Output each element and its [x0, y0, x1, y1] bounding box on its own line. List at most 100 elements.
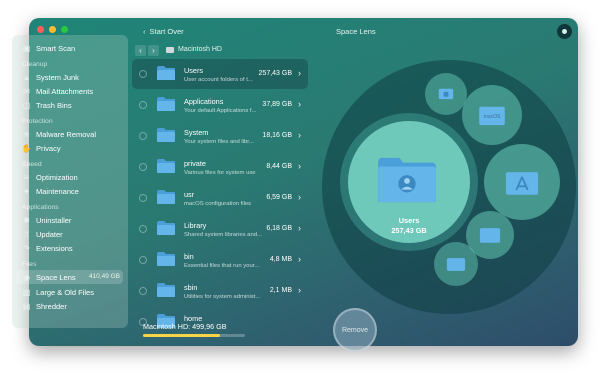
- hard-drive-icon: [166, 46, 174, 53]
- start-over-button[interactable]: ‹ Start Over: [143, 27, 184, 36]
- zoom-button[interactable]: [61, 26, 68, 33]
- remove-button[interactable]: Remove: [333, 308, 377, 352]
- chevron-right-icon[interactable]: ›: [298, 254, 301, 264]
- list-item[interactable]: private Various files for system use 8,44 …: [132, 152, 308, 182]
- folder-description: User account folders of t...: [184, 77, 253, 83]
- disk-usage-fill: [143, 334, 220, 337]
- select-checkbox[interactable]: [139, 132, 147, 140]
- sliders-icon: ≡: [24, 172, 29, 182]
- extensions-icon: ↷: [23, 243, 30, 253]
- folder-icon: [156, 127, 176, 143]
- nav-back-button[interactable]: ‹: [135, 45, 146, 56]
- chevron-right-icon: ›: [152, 46, 155, 55]
- list-item[interactable]: Library Shared system libraries and... 6,1…: [132, 214, 308, 244]
- folder-name: System: [184, 128, 209, 137]
- sidebar-item-maintenance[interactable]: ✦ Maintenance: [22, 185, 79, 197]
- list-item[interactable]: Applications Your default Applications f.…: [132, 90, 308, 120]
- folder-icon: [156, 189, 176, 205]
- bubble-center-size: 257,43 GB: [391, 226, 427, 235]
- chevron-right-icon[interactable]: ›: [298, 68, 301, 78]
- hand-icon: ✋: [21, 143, 32, 153]
- sidebar-item-malware-removal[interactable]: ☣ Malware Removal: [22, 128, 96, 140]
- select-checkbox[interactable]: [139, 225, 147, 233]
- disk-usage-bar: [143, 334, 245, 337]
- folder-icon: ▧: [22, 287, 31, 297]
- chevron-right-icon[interactable]: ›: [298, 99, 301, 109]
- bubble-applications[interactable]: [484, 144, 560, 220]
- library-folder-icon: [438, 88, 454, 100]
- folder-description: Your system files and libr...: [184, 139, 254, 145]
- shredder-icon: ▤: [22, 301, 31, 311]
- private-folder-icon: [479, 228, 501, 243]
- list-item[interactable]: sbin Utilities for system administ... 2,1 …: [132, 276, 308, 306]
- list-item[interactable]: bin Essential files that run your... 4,8 M…: [132, 245, 308, 275]
- chevron-right-icon[interactable]: ›: [298, 192, 301, 202]
- folder-icon: [156, 220, 176, 236]
- assistant-dot-icon: [562, 29, 567, 34]
- broom-icon: ▴: [24, 72, 29, 82]
- updater-icon: ⇧: [23, 229, 30, 239]
- folder-description: Shared system libraries and...: [184, 232, 262, 238]
- sidebar-item-smart-scan[interactable]: ▣ Smart Scan: [22, 42, 75, 54]
- wrench-icon: ✦: [23, 186, 30, 196]
- folder-size: 37,89 GB: [262, 101, 292, 108]
- sidebar-section-cleanup: Cleanup: [22, 61, 48, 68]
- sidebar-item-system-junk[interactable]: ▴ System Junk: [22, 71, 78, 83]
- sidebar-item-extensions[interactable]: ↷ Extensions: [22, 242, 73, 254]
- breadcrumb[interactable]: Macintosh HD: [166, 46, 222, 53]
- sidebar-section-protection: Protection: [22, 118, 53, 125]
- chevron-right-icon[interactable]: ›: [298, 223, 301, 233]
- sidebar-item-shredder[interactable]: ▤ Shredder: [22, 300, 67, 312]
- list-item[interactable]: Users User account folders of t... 257,43 …: [132, 59, 308, 89]
- sidebar-section-speed: Speed: [22, 161, 42, 168]
- folder-name: sbin: [184, 283, 198, 292]
- folder-size: 6,18 GB: [266, 225, 292, 232]
- folder-description: Your default Applications f...: [184, 108, 257, 114]
- folder-name: private: [184, 159, 206, 168]
- uninstaller-icon: ✱: [23, 215, 30, 225]
- folder-icon: [156, 158, 176, 174]
- select-checkbox[interactable]: [139, 194, 147, 202]
- folder-size: 8,44 GB: [266, 163, 292, 170]
- sidebar-item-large-old-files[interactable]: ▧ Large & Old Files: [22, 286, 94, 298]
- sidebar-item-space-lens[interactable]: ◉ Space Lens: [22, 271, 76, 283]
- assistant-button[interactable]: [557, 24, 572, 39]
- folder-size: 4,8 MB: [269, 256, 292, 263]
- folder-size: 257,43 GB: [258, 70, 292, 77]
- folder-icon: [156, 251, 176, 267]
- minimize-button[interactable]: [49, 26, 56, 33]
- list-item[interactable]: usr macOS configuration files 6,59 GB ›: [132, 183, 308, 213]
- window-controls: [37, 26, 68, 33]
- chevron-right-icon[interactable]: ›: [298, 161, 301, 171]
- folder-icon: [156, 96, 176, 112]
- sidebar-item-privacy[interactable]: ✋ Privacy: [22, 142, 61, 154]
- space-lens-icon: ◉: [23, 272, 30, 282]
- select-checkbox[interactable]: [139, 163, 147, 171]
- nav-forward-button[interactable]: ›: [148, 45, 159, 56]
- select-checkbox[interactable]: [139, 256, 147, 264]
- select-checkbox[interactable]: [139, 287, 147, 295]
- chevron-right-icon[interactable]: ›: [298, 285, 301, 295]
- folder-size: 2,1 MB: [269, 287, 292, 294]
- sidebar-item-updater[interactable]: ⇧ Updater: [22, 228, 63, 240]
- bubble-system[interactable]: macOS: [462, 85, 522, 145]
- user-folder-icon: [378, 157, 436, 203]
- bubble-library[interactable]: [425, 73, 467, 115]
- sidebar-item-optimization[interactable]: ≡ Optimization: [22, 171, 78, 183]
- biohazard-icon: ☣: [22, 129, 31, 139]
- folder-icon: [156, 65, 176, 81]
- select-checkbox[interactable]: [139, 101, 147, 109]
- sidebar-item-mail-attachments[interactable]: ✉ Mail Attachments: [22, 85, 93, 97]
- close-button[interactable]: [37, 26, 44, 33]
- bubble-usr[interactable]: [434, 242, 478, 286]
- sidebar-section-files: Files: [22, 261, 37, 268]
- chevron-right-icon[interactable]: ›: [298, 130, 301, 140]
- list-item[interactable]: System Your system files and libr... 18,16…: [132, 121, 308, 151]
- bubble-users[interactable]: Users 257,43 GB: [348, 121, 470, 243]
- select-checkbox[interactable]: [139, 70, 147, 78]
- usr-folder-icon: [446, 258, 466, 271]
- folder-name: Users: [184, 66, 204, 75]
- folder-size: 6,59 GB: [266, 194, 292, 201]
- sidebar-item-trash-bins[interactable]: ◫ Trash Bins: [22, 99, 72, 111]
- sidebar-item-uninstaller[interactable]: ✱ Uninstaller: [22, 214, 71, 226]
